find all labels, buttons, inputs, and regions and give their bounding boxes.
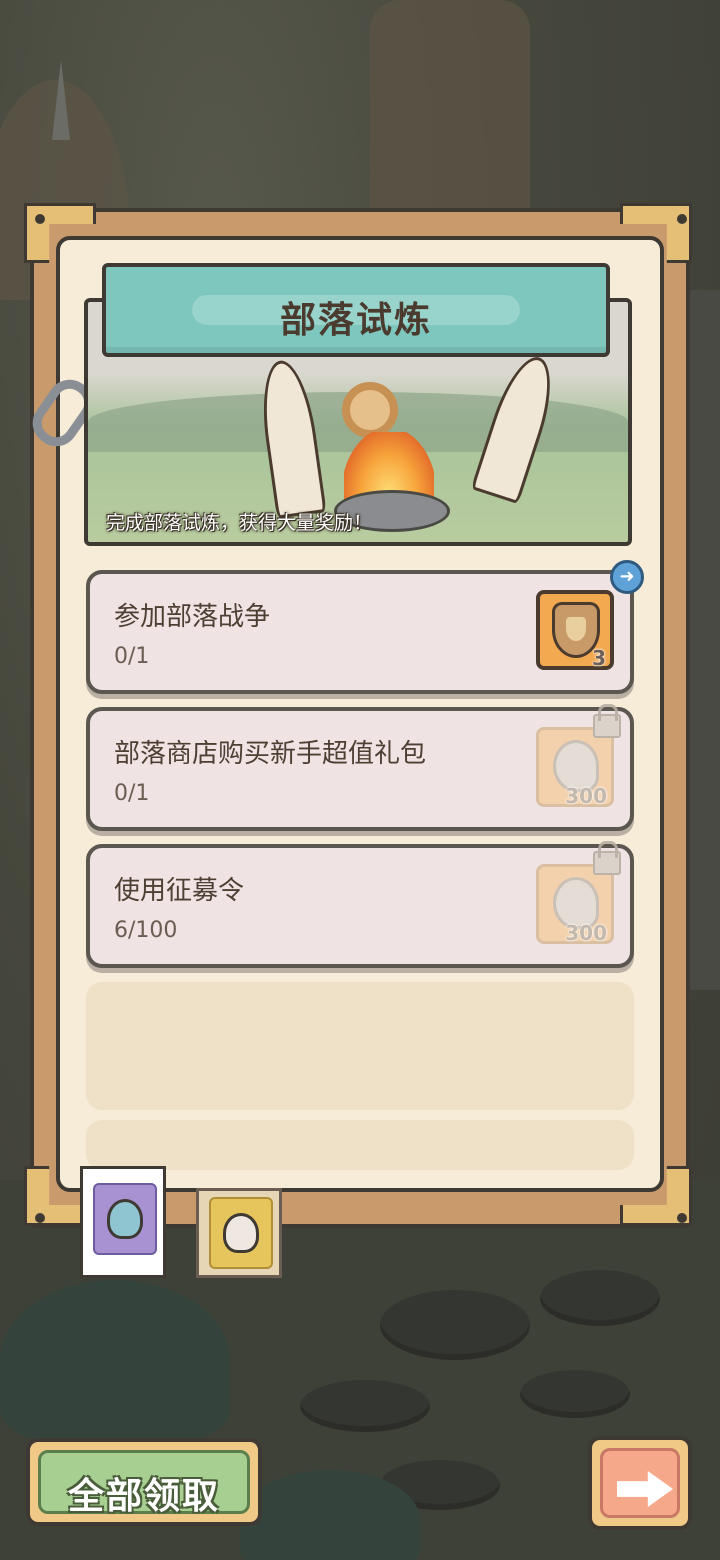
- tab-icon-frame: [209, 1197, 273, 1269]
- reward-item[interactable]: 300: [536, 704, 621, 808]
- stepping-stone: [300, 1380, 430, 1432]
- tree-decoration: [370, 0, 530, 230]
- empty-quest-slot: [86, 982, 634, 1110]
- tab-tribe-white[interactable]: [196, 1188, 282, 1278]
- claim-all-label: 全部领取: [67, 1476, 220, 1517]
- quest-progress: 6/100: [114, 918, 178, 943]
- quest-row[interactable]: 参加部落战争 0/1 3: [86, 570, 634, 694]
- lock-icon: [593, 704, 621, 738]
- blue-skull-icon: [107, 1199, 143, 1239]
- reward-count: 3: [592, 646, 606, 670]
- stepping-stone: [540, 1270, 660, 1326]
- next-button-face: [600, 1448, 680, 1518]
- quest-progress: 0/1: [114, 781, 150, 806]
- go-arrow-icon[interactable]: ➜: [610, 560, 644, 594]
- banner-caption: 完成部落试炼，获得大量奖励！: [106, 512, 373, 534]
- title-bar: 部落试炼: [102, 263, 610, 357]
- bush-decoration: [0, 1280, 230, 1440]
- reward-item[interactable]: 3: [536, 590, 614, 670]
- empty-quest-slot: [86, 1120, 634, 1170]
- quest-row[interactable]: 使用征募令 6/100 300: [86, 841, 634, 968]
- reward-count: 300: [565, 784, 607, 808]
- arrow-right-icon: [617, 1471, 673, 1507]
- claim-all-button-face: 全部领取: [38, 1450, 250, 1517]
- stepping-stone: [380, 1290, 530, 1360]
- tab-tribe-blue[interactable]: [80, 1166, 166, 1278]
- reward-item[interactable]: 300: [536, 841, 621, 945]
- reward-count: 300: [565, 921, 607, 945]
- next-button[interactable]: [588, 1436, 692, 1530]
- tusk-icon: [255, 357, 327, 519]
- stepping-stone: [520, 1370, 630, 1418]
- claim-all-button[interactable]: 全部领取: [26, 1438, 262, 1526]
- white-skull-icon: [223, 1213, 259, 1253]
- shield-wheel-icon: [342, 382, 398, 438]
- quest-row[interactable]: 部落商店购买新手超值礼包 0/1 300: [86, 704, 634, 831]
- page-title: 部落试炼: [279, 300, 432, 341]
- quest-progress: 0/1: [114, 644, 150, 669]
- quest-name: 部落商店购买新手超值礼包: [114, 739, 427, 769]
- bush-decoration: [240, 1470, 420, 1560]
- lock-icon: [593, 841, 621, 875]
- tab-icon-frame: [93, 1183, 157, 1255]
- quest-name: 参加部落战争: [114, 602, 271, 632]
- quest-name: 使用征募令: [114, 876, 245, 906]
